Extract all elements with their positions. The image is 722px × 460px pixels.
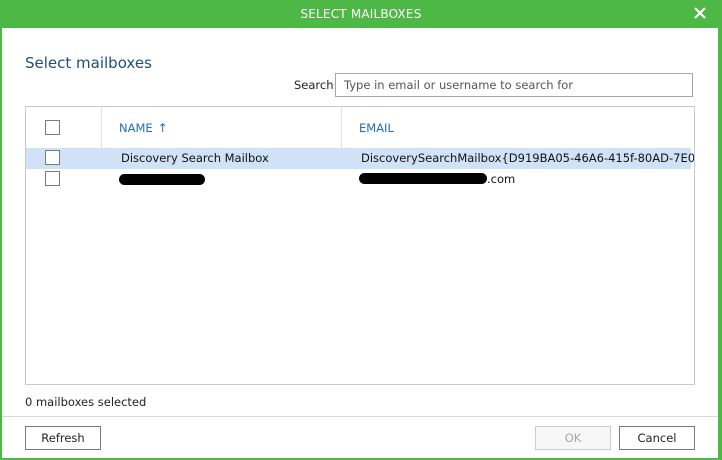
table-row[interactable]: Discovery Search Mailbox DiscoverySearch… [26, 148, 694, 169]
redacted-name [119, 174, 205, 185]
grid-header: NAME ↑ EMAIL [26, 107, 694, 149]
selected-count: 0 mailboxes selected [25, 395, 147, 409]
column-divider [341, 107, 342, 149]
row-email: DiscoverySearchMailbox{D919BA05-46A6-415… [361, 151, 695, 165]
select-all-checkbox[interactable] [45, 120, 60, 135]
row-email-suffix: .com [487, 172, 516, 186]
dialog-body: Select mailboxes Search: NAME ↑ EMAIL Dis… [2, 28, 718, 458]
close-icon[interactable] [692, 5, 708, 21]
search-label: Search: [294, 78, 338, 92]
row-checkbox[interactable] [45, 171, 60, 186]
dialog-title: SELECT MAILBOXES [300, 7, 422, 21]
search-input[interactable] [335, 73, 693, 97]
sort-ascending-icon: ↑ [157, 121, 168, 135]
column-header-name[interactable]: NAME ↑ [119, 121, 168, 135]
row-name: Discovery Search Mailbox [121, 151, 269, 165]
column-header-email[interactable]: EMAIL [359, 121, 394, 135]
select-mailboxes-dialog: SELECT MAILBOXES Select mailboxes Search… [0, 0, 722, 460]
ok-button[interactable]: OK [535, 426, 611, 450]
column-header-name-label: NAME [119, 121, 153, 135]
table-row[interactable]: .com [26, 169, 691, 190]
refresh-button[interactable]: Refresh [25, 426, 101, 450]
footer-divider [2, 416, 718, 417]
redacted-email [359, 173, 487, 184]
row-checkbox[interactable] [45, 150, 60, 165]
page-heading: Select mailboxes [25, 54, 152, 72]
title-bar: SELECT MAILBOXES [0, 0, 722, 28]
mailbox-grid: NAME ↑ EMAIL Discovery Search Mailbox Dis… [25, 106, 695, 385]
column-divider [101, 107, 102, 149]
cancel-button[interactable]: Cancel [619, 426, 695, 450]
column-header-email-label: EMAIL [359, 121, 394, 135]
